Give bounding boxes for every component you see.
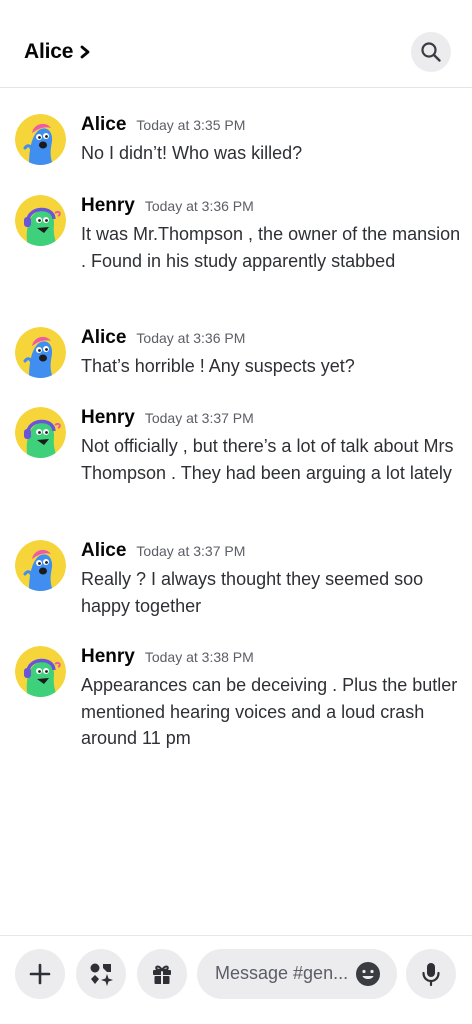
apps-icon [90, 963, 113, 986]
message-text: No I didn’t! Who was killed? [81, 143, 303, 163]
plus-icon [29, 963, 51, 985]
gift-icon [153, 965, 171, 984]
message-author[interactable]: Henry [81, 646, 135, 668]
alice-avatar-icon [15, 114, 66, 165]
message-text: It was Mr.Thompson , the owner of the ma… [81, 224, 461, 271]
chat-screen: Alice Alice Today at 3:35 PM No I didn’t… [0, 0, 472, 1024]
message-timestamp: Today at 3:37 PM [136, 543, 246, 559]
channel-title-button[interactable]: Alice [24, 40, 91, 64]
channel-header: Alice [0, 0, 472, 88]
search-button[interactable] [411, 32, 451, 72]
message-timestamp: Today at 3:36 PM [136, 330, 246, 346]
message-text: Appearances can be deceiving . Plus the … [81, 675, 458, 748]
henry-avatar[interactable] [15, 195, 66, 246]
message-input[interactable]: Message #gen... [197, 949, 397, 999]
gift-button[interactable] [137, 949, 187, 999]
emoji-icon[interactable] [355, 961, 381, 987]
message-author[interactable]: Alice [81, 327, 126, 349]
message-author[interactable]: Alice [81, 114, 126, 136]
message-input-placeholder: Message #gen... [215, 963, 349, 983]
alice-avatar[interactable] [15, 540, 66, 591]
message-text: Really ? I always thought they seemed so… [81, 569, 424, 616]
alice-avatar[interactable] [15, 327, 66, 378]
alice-avatar-icon [15, 327, 66, 378]
message-text: That’s horrible ! Any suspects yet? [81, 356, 355, 376]
apps-button[interactable] [76, 949, 126, 999]
chevron-right-icon [80, 45, 90, 59]
channel-name: Alice [24, 40, 74, 63]
composer-bar: Message #gen... [0, 935, 472, 1024]
message-timestamp: Today at 3:36 PM [144, 198, 254, 214]
message-author[interactable]: Alice [81, 540, 126, 562]
henry-avatar-icon [15, 195, 66, 246]
microphone-icon [422, 963, 440, 987]
henry-avatar-icon [15, 646, 66, 697]
alice-avatar-icon [15, 540, 66, 591]
add-button[interactable] [15, 949, 65, 999]
alice-avatar[interactable] [15, 114, 66, 165]
message-text: Not officially , but there’s a lot of ta… [81, 436, 454, 483]
henry-avatar-icon [15, 407, 66, 458]
henry-avatar[interactable] [15, 646, 66, 697]
message-timestamp: Today at 3:38 PM [144, 649, 254, 665]
search-icon [421, 42, 441, 62]
message-timestamp: Today at 3:37 PM [144, 410, 254, 426]
voice-message-button[interactable] [406, 949, 456, 999]
henry-avatar[interactable] [15, 407, 66, 458]
message-timestamp: Today at 3:35 PM [136, 117, 246, 133]
message-author[interactable]: Henry [81, 195, 135, 217]
message-author[interactable]: Henry [81, 407, 135, 429]
